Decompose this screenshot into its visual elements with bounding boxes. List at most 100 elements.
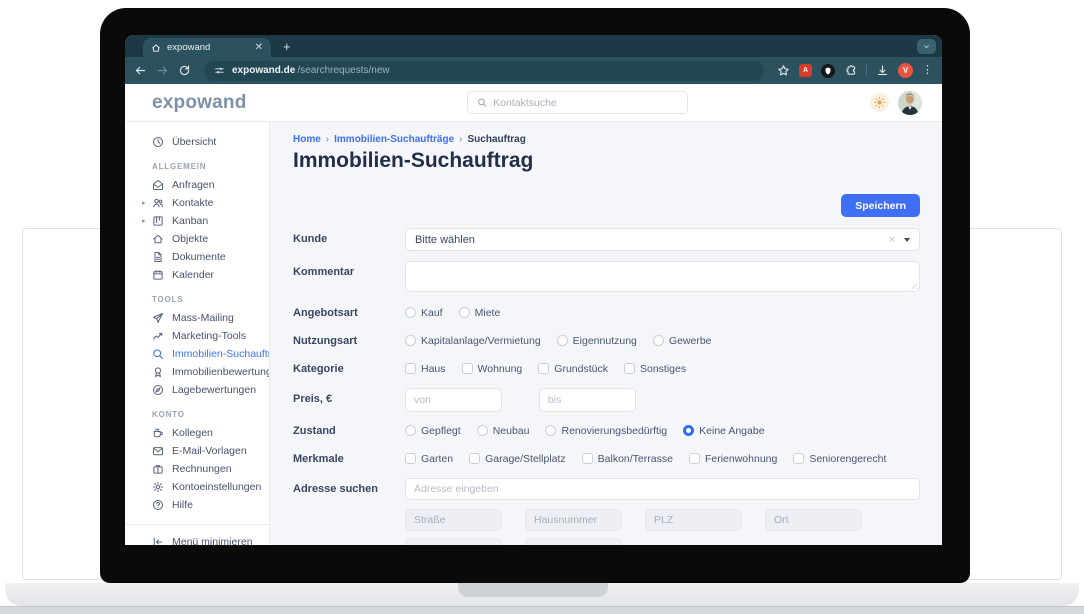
form-row-zustand: Zustand Gepflegt Neubau Renovierungsbedü… (293, 424, 920, 438)
sidebar-item-kollegen[interactable]: Kollegen (125, 424, 269, 442)
radio-gewerbe[interactable]: Gewerbe (652, 335, 712, 347)
bookmark-star-icon[interactable] (777, 64, 790, 77)
radio-miete[interactable]: Miete (458, 307, 500, 319)
radio-keine-angabe[interactable]: Keine Angabe (683, 425, 765, 437)
pdf-extension-icon[interactable]: A (799, 64, 812, 77)
sidebar-item-immobilien-suchauftraege[interactable]: Immobilien-Suchaufträge (125, 345, 269, 363)
kunde-select[interactable]: Bitte wählen × (405, 228, 920, 251)
breadcrumb-separator: › (459, 134, 463, 145)
radio-neubau[interactable]: Neubau (476, 425, 529, 437)
url-domain: expowand.de (232, 65, 296, 76)
form-row-angebotsart: Angebotsart Kauf Miete (293, 306, 920, 320)
sidebar-collapse-button[interactable]: Menü minimieren (125, 525, 269, 545)
expand-caret-icon[interactable]: ▸ (142, 199, 146, 207)
expand-caret-icon[interactable]: ▸ (142, 217, 146, 225)
form-row-adressfelder-2 (293, 538, 920, 545)
help-icon (152, 499, 164, 511)
form-row-kategorie: Kategorie Haus Wohnung Grundstück Sonsti… (293, 362, 920, 376)
browser-tab[interactable]: expowand ✕ (143, 38, 271, 57)
sidebar-item-kanban[interactable]: ▸ Kanban (125, 212, 269, 230)
sidebar-item-mass-mailing[interactable]: Mass-Mailing (125, 309, 269, 327)
sidebar-item-kontakte[interactable]: ▸ Kontakte (125, 194, 269, 212)
checkbox-garten[interactable]: Garten (405, 453, 453, 465)
downloads-icon[interactable] (876, 64, 889, 77)
checkbox-seniorengerecht[interactable]: Seniorengerecht (793, 453, 886, 465)
field-label: Merkmale (293, 453, 344, 465)
tab-title: expowand (167, 42, 211, 53)
extension-icon[interactable] (821, 63, 835, 78)
page-title: Immobilien-Suchauftrag (293, 149, 534, 172)
clear-icon[interactable]: × (889, 234, 895, 246)
coffee-icon (153, 428, 163, 438)
radio-renovierungsbeduerftig[interactable]: Renovierungsbedürftig (545, 425, 667, 437)
sidebar-item-marketing-tools[interactable]: Marketing-Tools (125, 327, 269, 345)
site-settings-icon[interactable] (214, 65, 225, 76)
caret-down-icon (904, 237, 910, 242)
contact-search[interactable] (467, 91, 688, 114)
search-icon (153, 349, 164, 360)
briefcase-icon (153, 465, 163, 474)
strasse-field (405, 509, 502, 531)
checkbox-ferienwohnung[interactable]: Ferienwohnung (688, 453, 777, 465)
forward-icon[interactable] (156, 64, 169, 77)
radio-kapitalanlage[interactable]: Kapitalanlage/Vermietung (405, 335, 541, 347)
contact-search-input[interactable] (493, 96, 678, 109)
sidebar-item-immobilienbewertungen[interactable]: Immobilienbewertungen (125, 363, 269, 381)
gear-icon (152, 481, 164, 493)
checkbox-garage-stellplatz[interactable]: Garage/Stellplatz (469, 453, 566, 465)
url-bar[interactable]: expowand.de /searchrequests/new (204, 60, 764, 81)
form-row-nutzungsart: Nutzungsart Kapitalanlage/Vermietung Eig… (293, 334, 920, 348)
save-button[interactable]: Speichern (841, 194, 920, 217)
back-icon[interactable] (134, 64, 147, 77)
field-label: Nutzungsart (293, 335, 358, 347)
preis-von-input[interactable] (405, 388, 502, 412)
adresse-input[interactable] (405, 478, 920, 500)
sidebar-item-hilfe[interactable]: Hilfe (125, 496, 269, 514)
radio-gepflegt[interactable]: Gepflegt (405, 425, 461, 437)
sidebar-item-email-vorlagen[interactable]: E-Mail-Vorlagen (125, 442, 269, 460)
form-row-adresse: Adresse suchen (293, 478, 920, 500)
laptop-notch (458, 583, 608, 597)
sidebar-item-lagebewertungen[interactable]: Lagebewertungen (125, 381, 269, 399)
search-icon (478, 98, 487, 107)
sidebar-item-anfragen[interactable]: Anfragen (125, 176, 269, 194)
radio-kauf[interactable]: Kauf (405, 307, 443, 319)
browser-menu-icon[interactable]: ⋮ (922, 65, 933, 76)
new-tab-button[interactable]: + (283, 39, 291, 55)
breadcrumb-suchauftraege[interactable]: Immobilien-Suchaufträge (334, 134, 454, 145)
preis-bis-input[interactable] (538, 388, 636, 412)
kommentar-textarea[interactable] (405, 261, 920, 292)
app-header: expowand (125, 84, 942, 122)
user-avatar[interactable] (898, 90, 922, 115)
breadcrumb: Home › Immobilien-Suchaufträge › Suchauf… (293, 134, 920, 145)
sidebar-item-uebersicht[interactable]: Übersicht (125, 133, 269, 151)
reload-icon[interactable] (178, 64, 191, 77)
sidebar-item-kontoeinstellungen[interactable]: Kontoeinstellungen (125, 478, 269, 496)
sidebar-item-kalender[interactable]: Kalender (125, 266, 269, 284)
checkbox-haus[interactable]: Haus (405, 363, 446, 375)
url-path: /searchrequests/new (297, 65, 390, 76)
field-label: Kunde (293, 233, 328, 245)
field-label: Adresse suchen (293, 483, 378, 495)
radio-eigennutzung[interactable]: Eigennutzung (556, 335, 637, 347)
checkbox-grundstueck[interactable]: Grundstück (538, 363, 608, 375)
tab-close-icon[interactable]: ✕ (255, 42, 263, 53)
document-icon (154, 251, 162, 263)
theme-toggle[interactable] (870, 93, 889, 112)
plz-field (645, 509, 742, 531)
send-icon (152, 312, 164, 324)
extensions-puzzle-icon[interactable] (844, 64, 857, 77)
calendar-icon (153, 269, 163, 280)
tab-search-button[interactable] (917, 39, 936, 54)
breadcrumb-home[interactable]: Home (293, 134, 321, 145)
sidebar-item-objekte[interactable]: Objekte (125, 230, 269, 248)
checkbox-balkon-terrasse[interactable]: Balkon/Terrasse (581, 453, 673, 465)
checkbox-sonstiges[interactable]: Sonstiges (623, 363, 686, 375)
browser-profile-avatar[interactable]: V (898, 63, 913, 78)
page: expowand ✕ + expowand.de /searchrequests… (0, 0, 1084, 614)
resize-handle-icon[interactable] (909, 281, 917, 289)
app-logo[interactable]: expowand (152, 92, 247, 114)
checkbox-wohnung[interactable]: Wohnung (461, 363, 522, 375)
sidebar-item-dokumente[interactable]: Dokumente (125, 248, 269, 266)
sidebar-item-rechnungen[interactable]: Rechnungen (125, 460, 269, 478)
